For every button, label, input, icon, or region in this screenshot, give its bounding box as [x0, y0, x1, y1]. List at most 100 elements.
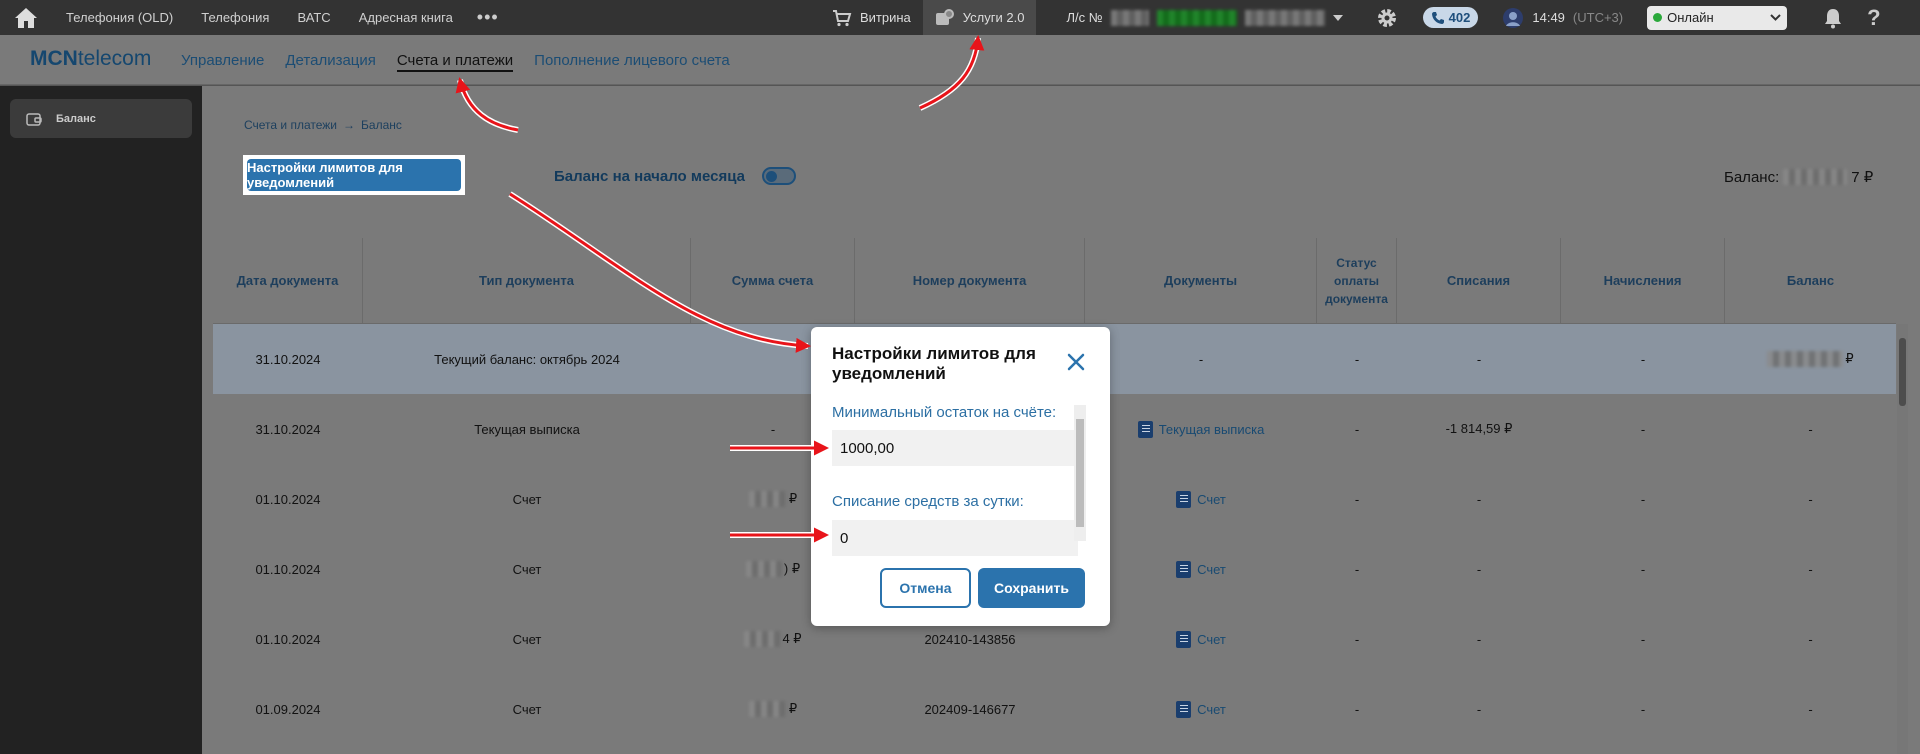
table-row[interactable]: 01.09.2024 Счет ₽ 202409-146677 Счет - -…: [213, 674, 1896, 744]
cell-type: Счет: [512, 631, 542, 647]
min-balance-input[interactable]: [832, 430, 1078, 466]
calls-pill: 402: [1422, 7, 1479, 28]
breadcrumb-parent[interactable]: Счета и платежи: [244, 118, 337, 132]
sum-redacted: [748, 491, 785, 507]
cell-balance: -: [1808, 491, 1813, 507]
status-dropdown-wrap: Онлайн: [1635, 0, 1799, 35]
bell-icon[interactable]: [1811, 0, 1855, 35]
wallet-icon: [26, 112, 42, 126]
month-balance-toggle[interactable]: [762, 167, 796, 185]
limits-settings-button[interactable]: Настройки лимитов для уведомлений: [243, 155, 465, 195]
daily-debit-input[interactable]: [832, 520, 1078, 556]
calls-indicator[interactable]: 402: [1411, 0, 1491, 35]
services-link[interactable]: Услуги 2.0: [922, 0, 1037, 35]
cell-docs: Счет: [1085, 604, 1317, 674]
logo-rest: telecom: [77, 47, 152, 70]
cell-balance: -: [1808, 561, 1813, 577]
cell-date: 01.10.2024: [255, 631, 321, 647]
save-button[interactable]: Сохранить: [978, 568, 1085, 608]
nav-details[interactable]: Детализация: [285, 52, 376, 72]
cell-balance: ₽: [1725, 324, 1896, 394]
document-link[interactable]: Счет: [1176, 560, 1226, 578]
home-icon[interactable]: [0, 0, 52, 35]
main-nav: Управление Детализация Счета и платежи П…: [181, 52, 730, 72]
document-icon: [1176, 630, 1192, 648]
balance-redacted: [1767, 351, 1844, 367]
settings-icon[interactable]: [1363, 0, 1411, 35]
cancel-button[interactable]: Отмена: [880, 568, 971, 608]
nav-address-book[interactable]: Адресная книга: [345, 10, 467, 25]
account-label: Л/с №: [1066, 10, 1103, 25]
online-dot-icon: [1653, 13, 1663, 22]
close-icon[interactable]: [1066, 352, 1086, 372]
avatar[interactable]: [1502, 7, 1524, 29]
logo[interactable]: MCNtelecom: [30, 47, 151, 71]
col-debits: Списания: [1397, 238, 1561, 323]
cell-debit: -: [1476, 491, 1482, 507]
document-link-label: Счет: [1197, 491, 1226, 507]
cell-sum-suffix: ₽: [788, 491, 798, 506]
cell-sum: ₽: [691, 674, 855, 744]
sum-redacted: [745, 561, 782, 577]
cell-credit: -: [1640, 561, 1646, 577]
balance-label: Баланс:: [1724, 168, 1780, 186]
cell-docs: Счет: [1085, 464, 1317, 534]
timezone-text: (UTC+3): [1572, 10, 1624, 25]
col-type: Тип документа: [363, 238, 691, 323]
nav-telephony[interactable]: Телефония: [187, 10, 283, 25]
document-link[interactable]: Счет: [1176, 700, 1226, 718]
sidebar: Баланс: [0, 86, 202, 754]
modal-title: Настройки лимитов для уведомлений: [832, 344, 1036, 383]
nav-telephony-old[interactable]: Телефония (OLD): [52, 10, 187, 25]
cell-credit: -: [1640, 351, 1646, 367]
chevron-down-icon: [1770, 14, 1781, 21]
phone-icon: [1431, 11, 1444, 24]
main-header: MCNtelecom Управление Детализация Счета …: [0, 35, 1920, 85]
status-text: Онлайн: [1667, 10, 1714, 25]
cell-status: -: [1354, 561, 1360, 577]
document-link[interactable]: Счет: [1176, 630, 1226, 648]
account-number-redacted: [1110, 9, 1149, 26]
top-bar: Телефония (OLD) Телефония ВАТС Адресная …: [0, 0, 1920, 35]
cell-sum-suffix: ) ₽: [783, 561, 801, 576]
nav-top-up[interactable]: Пополнение лицевого счета: [534, 52, 730, 72]
account-extra-redacted: [1244, 9, 1325, 26]
showcase-link[interactable]: Витрина: [820, 0, 923, 35]
cell-status: -: [1354, 351, 1360, 367]
cell-type: Счет: [512, 491, 542, 507]
modal-scrollbar[interactable]: [1074, 405, 1086, 541]
breadcrumb: Счета и платежи → Баланс: [244, 118, 402, 132]
cell-docs: Текущая выписка: [1085, 394, 1317, 464]
status-dropdown[interactable]: Онлайн: [1647, 5, 1788, 30]
scrollbar-thumb[interactable]: [1899, 338, 1906, 406]
nav-bills-payments[interactable]: Счета и платежи: [396, 52, 514, 72]
time-text: 14:49: [1532, 10, 1565, 25]
cell-type: Текущая выписка: [474, 421, 580, 437]
document-link-label: Счет: [1197, 701, 1226, 717]
col-documents: Документы: [1085, 238, 1317, 323]
document-icon: [1176, 700, 1192, 718]
document-icon: [1137, 420, 1153, 438]
help-icon[interactable]: ?: [1855, 0, 1892, 35]
balance-display: Баланс: 7 ₽: [1724, 168, 1873, 187]
cell-debit: -: [1476, 561, 1482, 577]
document-link[interactable]: Счет: [1176, 490, 1226, 508]
sidebar-item-label: Баланс: [56, 112, 96, 125]
more-menu-icon[interactable]: •••: [467, 7, 509, 28]
document-link[interactable]: Текущая выписка: [1137, 420, 1264, 438]
cell-date: 31.10.2024: [255, 421, 321, 437]
cell-credit: -: [1640, 631, 1646, 647]
cell-docs: Счет: [1085, 534, 1317, 604]
cell-type: Счет: [512, 561, 542, 577]
cell-sum-suffix: 4 ₽: [782, 631, 802, 646]
nav-management[interactable]: Управление: [181, 52, 264, 72]
nav-vats[interactable]: ВАТС: [283, 10, 344, 25]
account-selector[interactable]: Л/с №: [1054, 0, 1354, 35]
cell-debit: -1 814,59 ₽: [1445, 421, 1513, 436]
sidebar-item-balance[interactable]: Баланс: [10, 99, 192, 138]
clock: 14:49 (UTC+3): [1490, 0, 1635, 35]
cell-debit: -: [1476, 701, 1482, 717]
month-balance-label: Баланс на начало месяца: [554, 168, 745, 185]
modal-scrollbar-thumb[interactable]: [1076, 419, 1084, 527]
table-scrollbar[interactable]: [1897, 324, 1908, 754]
